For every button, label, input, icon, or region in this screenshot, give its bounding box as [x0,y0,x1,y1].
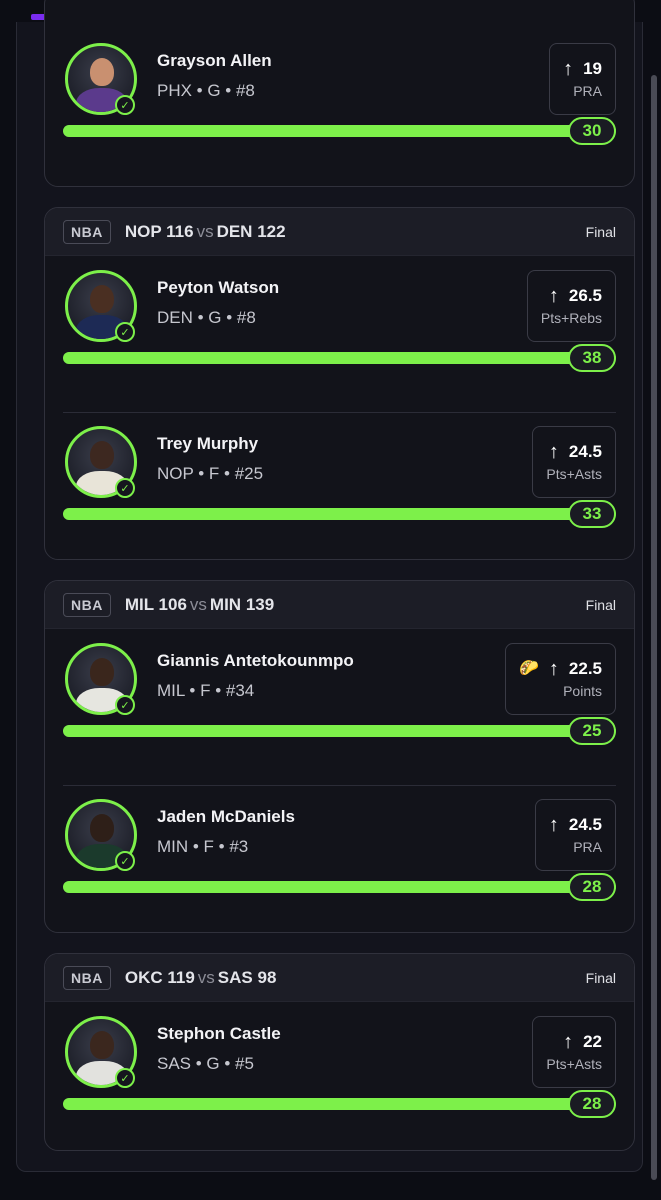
up-arrow-icon: ↑ [563,1031,574,1053]
game-header: NBA MIL 106 vs MIN 139 Final [45,581,634,629]
prop-stat: PRA [573,83,602,99]
prop-stat: Points [563,683,602,699]
prop-box[interactable]: ↑ 19 PRA [549,43,616,115]
progress-fill [63,125,616,137]
check-icon: ✓ [115,478,135,498]
game-card-top[interactable]: ✓ Grayson Allen PHX • G • #8 ↑ 19 PRA 30 [44,0,635,187]
league-badge: NBA [63,965,111,990]
game-card[interactable]: NBA OKC 119 vs SAS 98 Final ✓ Stephon Cast… [44,953,635,1151]
progress-fill [63,725,616,737]
prop-box[interactable]: ↑ 24.5 Pts+Asts [532,426,616,498]
up-arrow-icon: ↑ [563,58,574,80]
player-row[interactable]: ✓ Stephon Castle SAS • G • #5 ↑ 22 Pts+A… [45,1002,634,1150]
progress-track [63,352,616,364]
player-row[interactable]: ✓ Peyton Watson DEN • G • #8 ↑ 26.5 Pts+… [45,256,634,412]
prop-stat: PRA [573,839,602,855]
game-header: NBA OKC 119 vs SAS 98 Final [45,954,634,1002]
up-arrow-icon: ↑ [548,285,559,307]
matchup: MIL 106 vs MIN 139 [124,594,275,614]
player-info: DEN • G • #8 [157,308,256,327]
player-name: Peyton Watson [157,278,280,297]
game-status: Final [585,596,616,613]
result-value: 25 [568,717,616,745]
prop-line: 22 [583,1032,602,1051]
prop-box[interactable]: ↑ 26.5 Pts+Rebs [526,270,616,342]
check-icon: ✓ [115,695,135,715]
prop-line: 24.5 [568,815,602,834]
game-status: Final [585,969,616,986]
league-badge: NBA [63,592,111,617]
player-row[interactable]: ✓ Trey Murphy NOP • F • #25 ↑ 24.5 Pts+A… [45,412,634,559]
game-card[interactable]: NBA NOP 116 vs DEN 122 Final ✓ Peyton Wats… [44,207,635,560]
prop-box[interactable]: ↑ 22 Pts+Asts [532,1016,616,1088]
game-status: Final [585,223,616,240]
player-name: Giannis Antetokounmpo [157,651,354,670]
player-name: Stephon Castle [157,1024,281,1043]
taco-icon: 🌮 [518,660,539,677]
check-icon: ✓ [115,322,135,342]
player-info: SAS • G • #5 [157,1054,254,1073]
player-info: MIL • F • #34 [157,681,255,700]
player-row[interactable]: ✓ Giannis Antetokounmpo MIL • F • #34 🌮 … [45,629,634,785]
scrollbar[interactable] [651,75,657,1180]
game-card[interactable]: NBA MIL 106 vs MIN 139 Final ✓ Giannis Ant… [44,580,635,933]
league-badge: NBA [63,219,111,244]
progress-fill [63,881,616,893]
progress-track [63,881,616,893]
prop-stat: Pts+Asts [546,1056,602,1072]
result-value: 28 [568,873,616,901]
up-arrow-icon: ↑ [548,814,559,836]
progress-track [63,725,616,737]
up-arrow-icon: ↑ [548,441,559,463]
up-arrow-icon: ↑ [548,658,559,680]
prop-line: 19 [583,59,602,78]
player-row[interactable]: ✓ Grayson Allen PHX • G • #8 ↑ 19 PRA 30 [45,29,634,185]
result-value: 28 [568,1090,616,1118]
player-info: MIN • F • #3 [157,837,249,856]
result-value: 33 [568,500,616,528]
prop-line: 24.5 [568,442,602,461]
prop-stat: Pts+Rebs [540,310,602,326]
result-value: 30 [568,117,616,145]
player-name: Grayson Allen [157,51,272,70]
player-info: NOP • F • #25 [157,464,264,483]
progress-track [63,1098,616,1110]
game-header: NBA NOP 116 vs DEN 122 Final [45,208,634,256]
prop-line: 22.5 [568,659,602,678]
progress-fill [63,508,616,520]
progress-fill [63,352,616,364]
result-value: 38 [568,344,616,372]
player-name: Jaden McDaniels [157,807,295,826]
prop-stat: Pts+Asts [546,466,602,482]
progress-track [63,508,616,520]
player-row[interactable]: ✓ Jaden McDaniels MIN • F • #3 ↑ 24.5 PR… [45,785,634,932]
check-icon: ✓ [115,95,135,115]
player-info: PHX • G • #8 [157,81,255,100]
progress-fill [63,1098,616,1110]
prop-line: 26.5 [568,286,602,305]
matchup: OKC 119 vs SAS 98 [124,967,277,987]
player-name: Trey Murphy [157,434,259,453]
prop-box[interactable]: ↑ 24.5 PRA [534,799,616,871]
check-icon: ✓ [115,1068,135,1088]
matchup: NOP 116 vs DEN 122 [124,221,286,241]
prop-box[interactable]: 🌮 ↑ 22.5 Points [504,643,616,715]
progress-track [63,125,616,137]
check-icon: ✓ [115,851,135,871]
